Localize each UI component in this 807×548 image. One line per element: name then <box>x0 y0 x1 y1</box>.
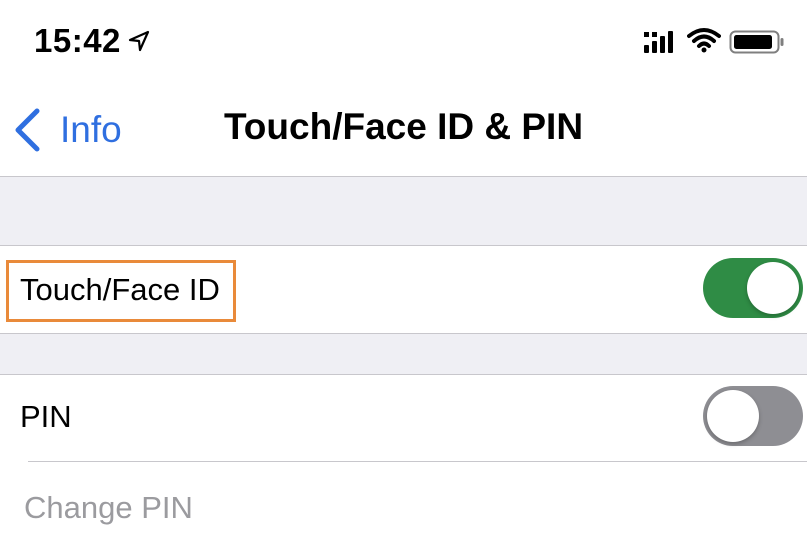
location-arrow-icon <box>128 30 150 52</box>
section-gap <box>0 333 807 375</box>
wifi-icon <box>687 28 721 53</box>
touch-face-id-toggle[interactable] <box>703 258 803 318</box>
status-bar: 15:42 <box>0 0 807 84</box>
status-time: 15:42 <box>34 22 121 59</box>
battery-icon <box>729 30 784 54</box>
change-pin-label: Change PIN <box>24 490 193 525</box>
pin-row: PIN <box>0 375 807 461</box>
toggle-knob <box>707 390 759 442</box>
touch-face-id-row: Touch/Face ID <box>0 246 807 333</box>
pin-label: PIN <box>20 399 72 434</box>
page-title: Touch/Face ID & PIN <box>223 106 584 147</box>
section-gap <box>0 176 807 246</box>
pin-toggle[interactable] <box>703 386 803 446</box>
navigation-bar: Info Touch/Face ID & PIN <box>0 84 807 176</box>
change-pin-row[interactable]: Change PIN <box>0 462 807 548</box>
cellular-signal-icon <box>644 31 673 53</box>
toggle-knob <box>747 262 799 314</box>
settings-screen: 15:42 Info Touch/Face ID & PIN Touch/Fac… <box>0 0 807 548</box>
touch-face-id-label: Touch/Face ID <box>20 272 220 307</box>
